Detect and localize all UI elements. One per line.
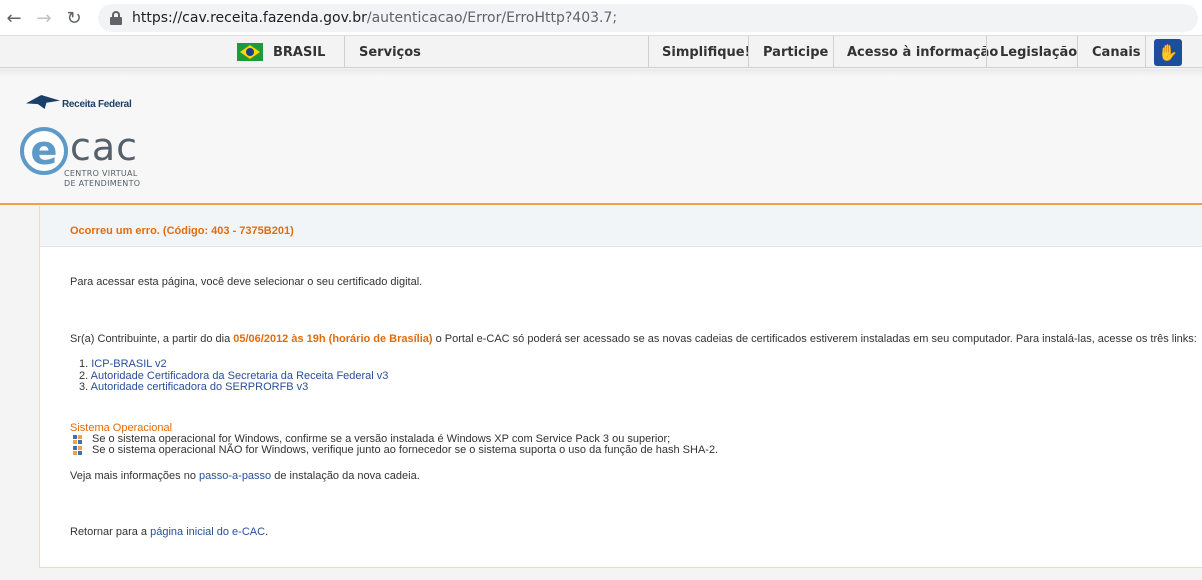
- lock-icon: [110, 11, 122, 25]
- ecac-wordmark: cac: [70, 125, 139, 169]
- receita-federal-logo[interactable]: Receita Federal: [26, 93, 132, 115]
- gov-brasil-label: BRASIL: [273, 44, 326, 60]
- gov-acesso-link[interactable]: Acesso à informação: [847, 36, 998, 68]
- list-number: 3.: [79, 381, 89, 393]
- divider: [648, 36, 649, 68]
- gov-canais-link[interactable]: Canais: [1092, 36, 1141, 68]
- url-host: https://cav.receita.fazenda.gov.br: [132, 10, 367, 26]
- more-info-suffix: de instalação da nova cadeia.: [271, 470, 420, 482]
- divider: [833, 36, 834, 68]
- gov-legislacao-link[interactable]: Legislação: [1000, 36, 1077, 68]
- ecac-subtitle: CENTRO VIRTUAL DE ATENDIMENTO: [64, 169, 140, 189]
- gov-participe-link[interactable]: Participe: [763, 36, 828, 68]
- return-suffix: .: [265, 526, 269, 538]
- os-non-windows-item: Se o sistema operacional NÃO for Windows…: [92, 444, 719, 456]
- divider: [986, 36, 987, 68]
- gov-servicos-link[interactable]: Serviços: [359, 36, 421, 68]
- accessibility-sign-language-icon[interactable]: ✋: [1154, 39, 1182, 66]
- receita-federal-logo-text: Receita Federal: [62, 98, 132, 110]
- bullet-icon: [73, 435, 82, 444]
- notice-date-highlight: 05/06/2012 às 19h (horário de Brasília): [233, 333, 433, 345]
- return-text: Retornar para a página inicial do e-CAC.: [70, 526, 268, 538]
- contributor-notice: Sr(a) Contribuinte, a partir do dia 05/0…: [70, 333, 1197, 345]
- divider: [748, 36, 749, 68]
- url-text[interactable]: https://cav.receita.fazenda.gov.br/auten…: [132, 10, 617, 26]
- gov-simplifique-link[interactable]: Simplifique!: [662, 36, 751, 68]
- divider: [1077, 36, 1078, 68]
- ecac-e-mark: e: [20, 127, 68, 175]
- address-bar[interactable]: https://cav.receita.fazenda.gov.br/auten…: [98, 4, 1198, 32]
- more-info-text: Veja mais informações no passo-a-passo d…: [70, 470, 420, 482]
- list-number: 1.: [79, 358, 89, 370]
- receita-eagle-icon: [26, 93, 60, 115]
- certificate-required-message: Para acessar esta página, você deve sele…: [70, 276, 423, 288]
- list-item: 3. Autoridade certificadora do SERPRORFB…: [79, 381, 308, 393]
- icp-brasil-link[interactable]: ICP-BRASIL v2: [91, 358, 166, 370]
- site-header: Receita Federal e cac CENTRO VIRTUAL DE …: [0, 69, 1202, 205]
- divider: [1145, 36, 1146, 68]
- bullet-icon: [73, 446, 82, 455]
- reload-icon[interactable]: ↻: [62, 6, 86, 30]
- ecac-home-link[interactable]: página inicial do e-CAC: [150, 526, 265, 538]
- main-content: Ocorreu um erro. (Código: 403 - 7375B201…: [39, 206, 1202, 568]
- ac-serprorfb-link[interactable]: Autoridade certificadora do SERPRORFB v3: [91, 381, 309, 393]
- return-prefix: Retornar para a: [70, 526, 151, 538]
- passo-a-passo-link[interactable]: passo-a-passo: [199, 470, 271, 482]
- notice-text-end: o Portal e-CAC só poderá ser acessado se…: [432, 333, 1197, 345]
- notice-text-start: Sr(a) Contribuinte, a partir do dia: [70, 333, 234, 345]
- list-item: 1. ICP-BRASIL v2: [79, 358, 167, 370]
- ecac-logo[interactable]: e cac CENTRO VIRTUAL DE ATENDIMENTO: [20, 125, 150, 197]
- brazil-flag-icon: [237, 43, 263, 61]
- error-header-bar: Ocorreu um erro. (Código: 403 - 7375B201…: [40, 206, 1202, 247]
- url-path: /autenticacao/Error/ErroHttp?403.7;: [366, 10, 618, 26]
- error-title: Ocorreu um erro. (Código: 403 - 7375B201…: [70, 225, 294, 237]
- more-info-prefix: Veja mais informações no: [70, 470, 200, 482]
- forward-arrow-icon[interactable]: →: [32, 6, 56, 30]
- gov-bar: BRASIL Serviços Simplifique! Participe A…: [0, 36, 1202, 68]
- gov-brasil-link[interactable]: BRASIL: [237, 36, 325, 68]
- ecac-subtitle-line1: CENTRO VIRTUAL: [64, 169, 138, 178]
- back-arrow-icon[interactable]: ←: [2, 6, 26, 30]
- ecac-subtitle-line2: DE ATENDIMENTO: [64, 179, 141, 188]
- divider: [344, 36, 345, 68]
- browser-toolbar: ← → ↻ https://cav.receita.fazenda.gov.br…: [0, 0, 1202, 36]
